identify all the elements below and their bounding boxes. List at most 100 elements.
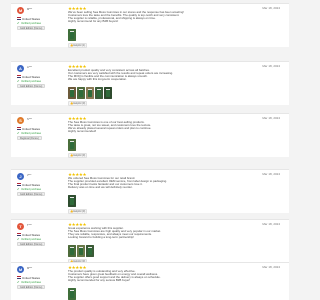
jar	[79, 90, 83, 97]
review-text: Excellent product quality and very consi…	[68, 69, 258, 82]
reviewer-name: T***	[27, 224, 32, 227]
variant-tag: Regional (Ounce)	[17, 136, 42, 140]
helpful-count: Helpful (1)	[73, 43, 86, 47]
helpful-button[interactable]: 👍 Helpful (1)	[68, 42, 88, 48]
avatar: T	[17, 223, 24, 230]
verified-check-icon: ✔	[17, 236, 20, 241]
verified-purchase-label: Verified purchase	[21, 21, 42, 25]
variant-tag: Gold Edition (Ounce)	[17, 84, 46, 88]
review-photo[interactable]	[104, 87, 112, 99]
reviewer-name: M***	[27, 267, 33, 270]
verified-check-icon: ✔	[17, 279, 20, 284]
verified-check-icon: ✔	[17, 78, 20, 83]
us-flag-icon	[17, 75, 21, 78]
review-photos	[68, 139, 76, 151]
review-text: Great experience working with this suppl…	[68, 227, 258, 240]
verified-check-icon: ✔	[17, 20, 20, 25]
review-photo[interactable]	[68, 87, 76, 99]
reviewer-country: United States	[22, 126, 41, 131]
helpful-count: Helpful (0)	[73, 153, 86, 157]
jar	[70, 90, 74, 97]
helpful-button[interactable]: 👍 Helpful (0)	[68, 152, 88, 158]
reviewer-country: United States	[22, 232, 41, 237]
review-photo[interactable]	[68, 195, 76, 207]
review-photo[interactable]	[68, 245, 76, 257]
review-card: J J*** United States ✔ Verified purchase Gold…	[11, 169, 289, 214]
review-photo[interactable]	[95, 87, 103, 99]
reviewer-name: M***	[27, 8, 33, 11]
verified-check-icon: ✔	[17, 186, 20, 191]
jar	[70, 32, 74, 39]
review-photo[interactable]	[86, 245, 94, 257]
review-photos	[68, 195, 76, 207]
review-card: A A*** United States ✔ Verified purchase Gold…	[11, 61, 289, 106]
review-card: S S*** United States ✔ Verified purchase Regi…	[11, 113, 289, 158]
verified-purchase-label: Verified purchase	[21, 187, 42, 191]
review-text-line: Highly recommended for any serious B2B b…	[68, 279, 131, 283]
review-text-line: Looking forward to building a long-term …	[68, 236, 135, 240]
review-text: We've been selling Sea Moss Gummies in o…	[68, 11, 258, 24]
variant-tag: Gold Edition (Ounce)	[17, 285, 46, 289]
avatar: A	[17, 65, 24, 72]
reviewer-country: United States	[22, 275, 41, 280]
verified-purchase-label: Verified purchase	[21, 280, 42, 284]
review-date: Mar 18, 2024	[262, 6, 280, 10]
avatar: S	[17, 117, 24, 124]
reviewer-name: A***	[27, 66, 32, 69]
review-photos	[68, 87, 112, 99]
jar	[106, 90, 110, 97]
review-text-line: Delivery was on time and we will definit…	[68, 186, 133, 190]
reviews-page: M M*** United States ✔ Verified purchase Gold…	[0, 0, 300, 300]
review-card: M M*** United States ✔ Verified purchase Gold…	[11, 3, 289, 48]
jar	[70, 198, 74, 205]
avatar: M	[17, 7, 24, 14]
review-date: Mar 18, 2024	[262, 265, 280, 269]
review-date: Mar 18, 2024	[262, 116, 280, 120]
variant-tag: Gold Edition (Ounce)	[17, 26, 46, 30]
jar	[70, 248, 74, 255]
review-photo[interactable]	[68, 29, 76, 41]
helpful-button[interactable]: 👍 Helpful (0)	[68, 100, 88, 106]
review-photo[interactable]	[68, 139, 76, 151]
verified-check-icon: ✔	[17, 130, 20, 135]
jar	[79, 248, 83, 255]
verified-purchase-label: Verified purchase	[21, 237, 42, 241]
jar	[88, 90, 92, 97]
reviewer-name: J***	[27, 174, 32, 177]
variant-tag: Gold Edition (Ounce)	[17, 192, 46, 196]
us-flag-icon	[17, 233, 21, 236]
review-photo[interactable]	[86, 87, 94, 99]
reviewer-name: S***	[27, 118, 32, 121]
us-flag-icon	[17, 127, 21, 130]
jar	[88, 248, 92, 255]
review-text: The Sea Moss Gummies is one of our best-…	[68, 121, 258, 134]
jar	[97, 90, 101, 97]
review-text-line: Highly recommended!	[68, 130, 97, 134]
variant-tag: Gold Edition (Ounce)	[17, 242, 46, 246]
verified-purchase-label: Verified purchase	[21, 79, 42, 83]
review-text-line: We are happy with this long-term coopera…	[68, 78, 127, 82]
review-photos	[68, 29, 76, 41]
review-photos	[68, 288, 76, 300]
review-date: Mar 18, 2024	[262, 64, 280, 68]
review-text: The product quality is outstanding and v…	[68, 270, 258, 283]
helpful-count: Helpful (0)	[73, 209, 86, 213]
reviewer-country: United States	[22, 182, 41, 187]
jar	[70, 291, 74, 298]
review-date: Mar 18, 2024	[262, 222, 280, 226]
review-date: Mar 18, 2024	[262, 172, 280, 176]
helpful-button[interactable]: 👍 Helpful (0)	[68, 208, 88, 214]
review-photos	[68, 245, 94, 257]
review-card: T T*** United States ✔ Verified purchase Gold…	[11, 219, 289, 264]
avatar: M	[17, 266, 24, 273]
reviewer-country: United States	[22, 16, 41, 21]
verified-purchase-label: Verified purchase	[21, 131, 42, 135]
review-photo[interactable]	[77, 87, 85, 99]
us-flag-icon	[17, 183, 21, 186]
jar	[70, 142, 74, 149]
review-photo[interactable]	[77, 245, 85, 257]
avatar: J	[17, 173, 24, 180]
review-card: M M*** United States ✔ Verified purchase Gold…	[11, 262, 289, 300]
review-photo[interactable]	[68, 288, 76, 300]
review-text-line: Highly recommend for any B2B buyers!	[68, 20, 119, 24]
